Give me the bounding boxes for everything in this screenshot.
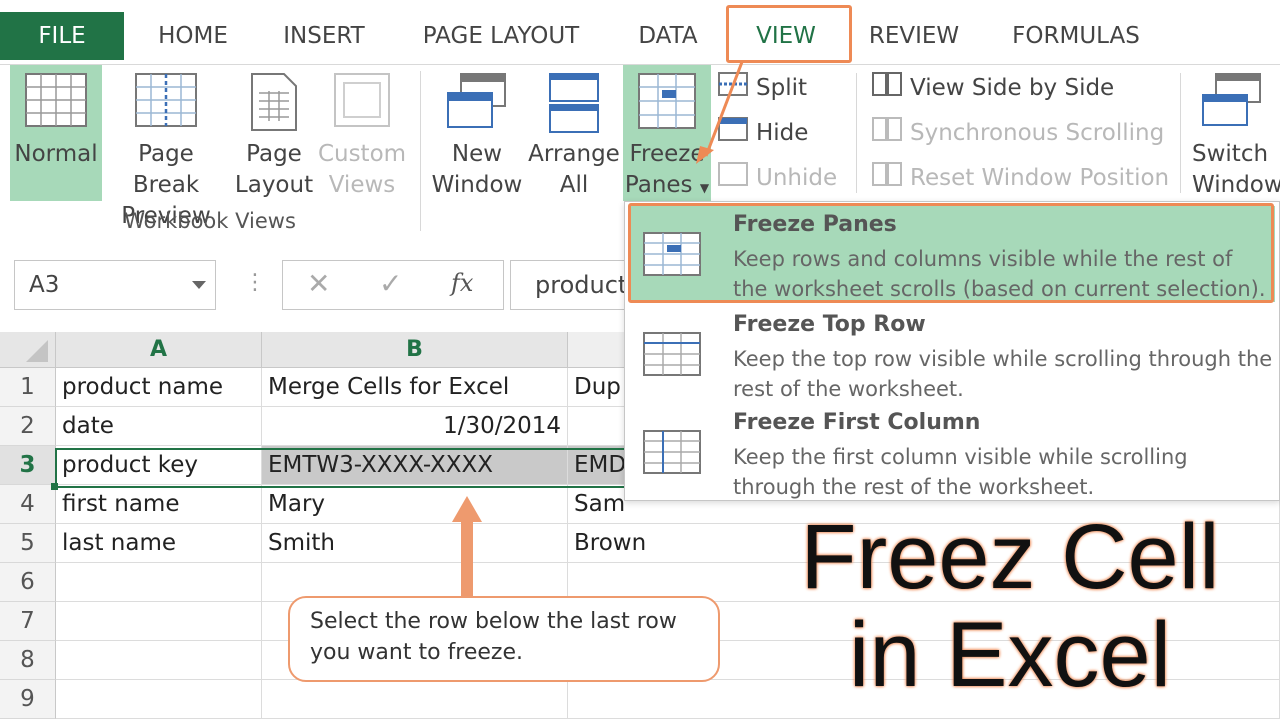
callout-line: you want to freeze. <box>310 640 523 665</box>
menu-item-freeze-first-column[interactable]: Freeze First Column Keep the first colum… <box>629 404 1275 500</box>
menu-item-title: Freeze Top Row <box>733 312 926 337</box>
freeze-first-column-icon <box>643 430 701 478</box>
freeze-panes-highlight <box>628 203 1274 303</box>
callout-line: Select the row below the last row <box>310 609 677 634</box>
menu-item-description: Keep the first column visible while scro… <box>733 445 1188 499</box>
overlay-title: Freez Cell in Excel <box>760 508 1260 704</box>
menu-item-freeze-top-row[interactable]: Freeze Top Row Keep the top row visible … <box>629 306 1275 402</box>
menu-item-description: Keep the top row visible while scrolling… <box>733 347 1273 401</box>
title-line: Freez Cell <box>800 506 1220 608</box>
freeze-top-row-icon <box>643 332 701 380</box>
menu-item-title: Freeze First Column <box>733 410 981 435</box>
title-line: in Excel <box>848 604 1172 706</box>
instruction-callout: Select the row below the last row you wa… <box>288 596 720 682</box>
